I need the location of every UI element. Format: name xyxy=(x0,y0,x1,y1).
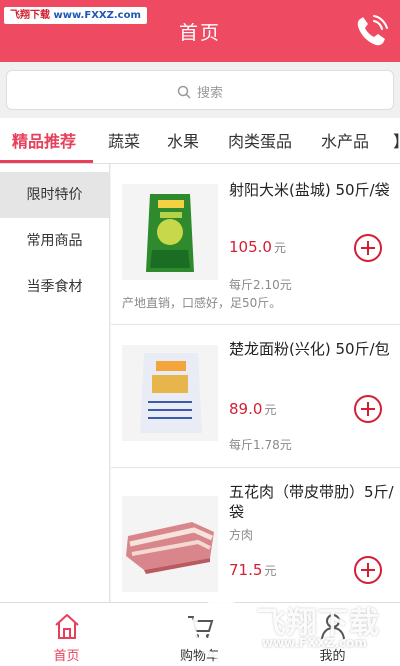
product-name: 五花肉（带皮带肋）5斤/袋 xyxy=(229,483,394,521)
page-title: 首页 xyxy=(178,22,221,44)
per-unit-price: 每斤1.78元 xyxy=(229,438,292,452)
product-description: 产地直销，口感好，足50斤。 xyxy=(122,296,282,310)
tab-vegetables[interactable]: 蔬菜 xyxy=(108,128,140,152)
tab-active-indicator xyxy=(0,160,93,163)
sidebar-item-common[interactable]: 常用商品 xyxy=(0,218,109,264)
sidebar: 限时特价 常用商品 当季食材 xyxy=(0,164,110,602)
tab-more[interactable]: 】 xyxy=(393,128,400,152)
search-icon xyxy=(177,85,191,99)
search-placeholder: 搜索 xyxy=(196,86,223,101)
price-unit: 元 xyxy=(273,241,286,255)
price-unit: 元 xyxy=(264,403,277,417)
phone-icon[interactable] xyxy=(354,14,388,48)
add-to-cart-button[interactable] xyxy=(354,556,382,584)
watermark-logo-overlay: 飞翔下载 www.FXXZ.com xyxy=(188,592,400,666)
search-input[interactable]: 搜索 xyxy=(6,70,394,110)
overlay-url: www.FXXZ.com xyxy=(262,636,367,650)
product-image-flour xyxy=(122,345,218,441)
product-price: 105.0 元 xyxy=(229,238,286,256)
tab-fruits[interactable]: 水果 xyxy=(167,128,199,152)
home-icon xyxy=(54,614,79,639)
product-price-value: 89.0 xyxy=(229,400,263,418)
app-screen: 飞翔下载 www.FXXZ.com 首页 搜索 精品推荐 蔬菜 水果 肉类蛋品 … xyxy=(0,0,400,666)
nav-home[interactable]: 首页 xyxy=(0,603,133,666)
product-price-value: 71.5 xyxy=(229,561,263,579)
tab-featured[interactable]: 精品推荐 xyxy=(12,128,76,152)
per-unit-price: 每斤2.10元 xyxy=(229,278,292,292)
product-name: 楚龙面粉(兴化) 50斤/包 xyxy=(229,340,390,358)
tab-seafood[interactable]: 水产品 xyxy=(321,128,369,152)
category-tabs: 精品推荐 蔬菜 水果 肉类蛋品 水产品 】 xyxy=(0,118,400,164)
product-name: 射阳大米(盐城) 50斤/袋 xyxy=(229,181,390,199)
nav-home-label: 首页 xyxy=(53,649,80,664)
product-item[interactable]: 楚龙面粉(兴化) 50斤/包 89.0 元 每斤1.78元 xyxy=(111,325,400,468)
sidebar-item-seasonal[interactable]: 当季食材 xyxy=(0,264,109,310)
sidebar-item-special-offer[interactable]: 限时特价 xyxy=(0,172,109,218)
product-item[interactable]: 五花肉（带皮带肋）5斤/袋 方肉 71.5 元 xyxy=(111,468,400,602)
add-to-cart-button[interactable] xyxy=(354,234,382,262)
add-to-cart-button[interactable] xyxy=(354,395,382,423)
product-list: 射阳大米(盐城) 50斤/袋 105.0 元 每斤2.10元 产地直销，口感好，足… xyxy=(111,164,400,602)
product-subname: 方肉 xyxy=(229,528,254,542)
product-price: 71.5 元 xyxy=(229,561,276,579)
price-unit: 元 xyxy=(264,564,277,578)
product-price-value: 105.0 xyxy=(229,238,272,256)
search-area: 搜索 xyxy=(0,62,400,118)
logo-icon xyxy=(191,599,251,659)
product-item[interactable]: 射阳大米(盐城) 50斤/袋 105.0 元 每斤2.10元 产地直销，口感好，足… xyxy=(111,164,400,325)
product-image-pork xyxy=(122,496,218,592)
app-header: 飞翔下载 www.FXXZ.com 首页 xyxy=(0,0,400,62)
product-price: 89.0 元 xyxy=(229,400,276,418)
tab-meat-eggs[interactable]: 肉类蛋品 xyxy=(228,128,292,152)
product-image-rice xyxy=(122,184,218,280)
